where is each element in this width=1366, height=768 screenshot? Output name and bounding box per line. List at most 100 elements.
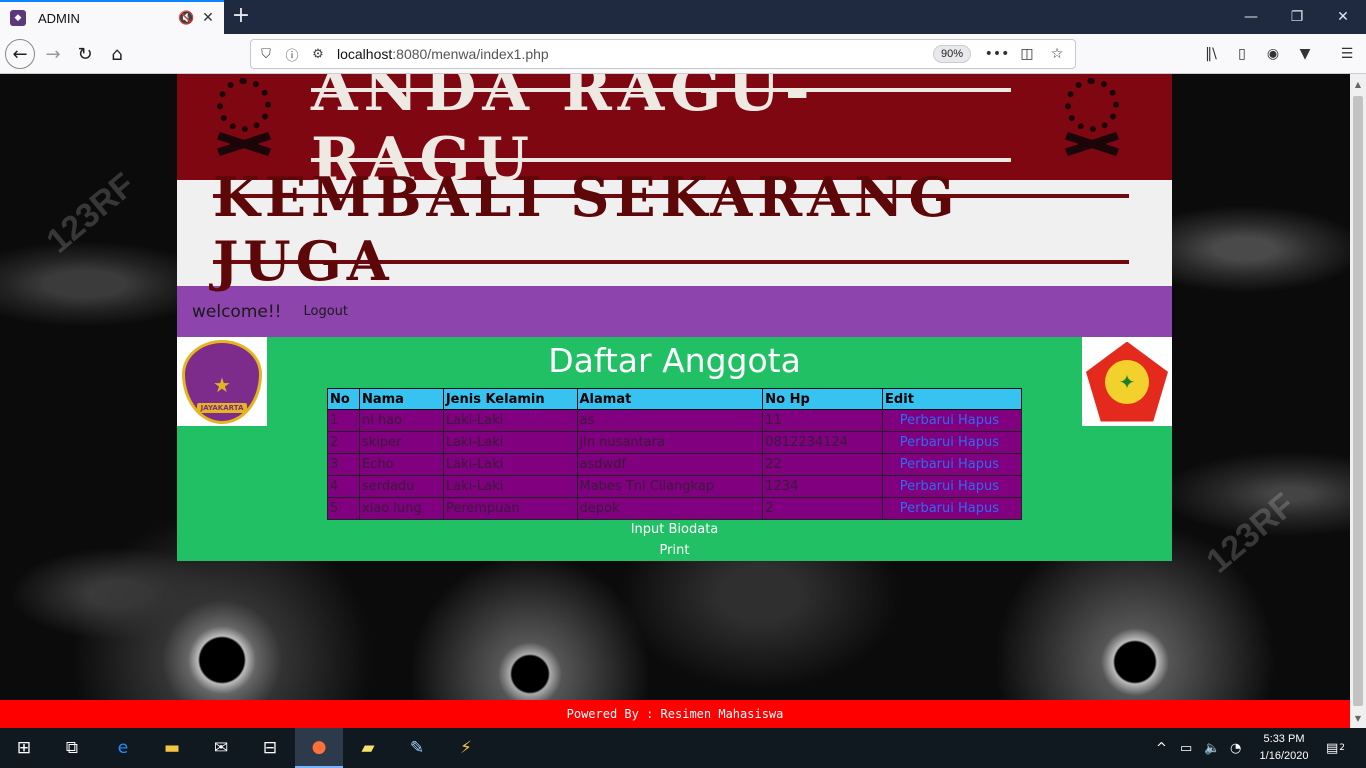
permissions-icon[interactable]: ⚙ xyxy=(307,43,329,65)
reload-icon[interactable]: ↻ xyxy=(70,39,100,69)
taskbar-clock[interactable]: 5:33 PM 1/16/2020 xyxy=(1252,731,1316,765)
browser-toolbar: ← → ↻ ⌂ ⛉ ⓘ ⚙ localhost:8080/menwa/index… xyxy=(0,34,1366,74)
cell-jenis-kelamin: Laki-Laki xyxy=(442,409,578,432)
footer-text: Powered By : Resimen Mahasiswa xyxy=(566,707,784,721)
back-arrow-icon[interactable]: ← xyxy=(5,39,35,69)
banner-top-frame: ANDA RAGU-RAGU xyxy=(311,74,1011,195)
edit-links[interactable]: Perbarui Hapus xyxy=(900,435,999,450)
scroll-up-icon[interactable]: ▲ xyxy=(1350,76,1366,92)
scrollbar-thumb[interactable] xyxy=(1353,96,1363,706)
column-header-nama: Nama xyxy=(358,388,444,410)
cell-nama: serdadu xyxy=(358,475,444,498)
table-row: 1 ni hao Laki-Laki as 11 Perbarui Hapus xyxy=(327,409,1022,432)
forward-arrow-icon[interactable]: → xyxy=(38,39,68,69)
tray-battery-icon[interactable]: ▭ xyxy=(1180,728,1192,768)
menu-hamburger-icon[interactable]: ☰ xyxy=(1334,41,1360,67)
sticky-notes-icon[interactable]: ▰ xyxy=(344,728,392,768)
cell-edit: Perbarui Hapus xyxy=(882,453,1022,476)
notification-count: 2 xyxy=(1339,743,1346,753)
page-actions-icon[interactable]: ••• xyxy=(985,42,1010,66)
header-banner-bottom: KEMBALI SEKARANG JUGA xyxy=(177,165,1172,293)
cell-jenis-kelamin: Laki-Laki xyxy=(442,453,578,476)
account-icon[interactable]: ◉ xyxy=(1260,41,1286,67)
member-list-section: ★ JAYAKARTA ✦ Daftar Anggota No Nama Jen… xyxy=(177,337,1172,561)
cell-nama: xiao lung xyxy=(358,497,444,520)
sidebar-icon[interactable]: ▯ xyxy=(1229,41,1255,67)
print-link[interactable]: Print xyxy=(177,543,1172,558)
edge-browser-icon[interactable]: e xyxy=(99,728,147,768)
page-container: ANDA RAGU-RAGU KEMBALI SEKARANG JUGA wel… xyxy=(177,74,1172,561)
top-nav: welcome!! Logout xyxy=(177,286,1172,337)
tab-mute-icon[interactable]: 🔇 xyxy=(178,11,194,26)
paint-icon[interactable]: ✎ xyxy=(393,728,441,768)
tray-volume-icon[interactable]: 🔈 xyxy=(1204,728,1220,768)
task-view-icon[interactable]: ⧉ xyxy=(48,728,96,768)
shield-tracking-icon[interactable]: ⛉ xyxy=(255,43,277,65)
edit-links[interactable]: Perbarui Hapus xyxy=(900,457,999,472)
scroll-down-icon[interactable]: ▼ xyxy=(1350,710,1366,726)
clock-date: 1/16/2020 xyxy=(1259,750,1309,762)
edit-links[interactable]: Perbarui Hapus xyxy=(900,413,999,428)
cell-no-hp: 22 xyxy=(762,453,884,476)
close-window-button[interactable]: ✕ xyxy=(1320,0,1366,34)
cell-no-hp: 2 xyxy=(762,497,884,520)
tab-title: ADMIN xyxy=(38,10,80,26)
browser-tab-strip: ◆ ADMIN 🔇 ✕ + — ❐ ✕ xyxy=(0,0,1366,34)
app-tool-icon[interactable]: ⚡ xyxy=(442,728,490,768)
cell-no: 1 xyxy=(327,409,360,432)
mail-icon[interactable]: ✉ xyxy=(197,728,245,768)
windows-taskbar: ⊞ ⧉ e ▬ ✉ ⊟ ● ▰ ✎ ⚡ ^ ▭ 🔈 ◔ 5:33 PM 1/16… xyxy=(0,728,1366,768)
library-icon[interactable]: ‖\ xyxy=(1198,41,1224,67)
start-windows-icon[interactable]: ⊞ xyxy=(0,728,48,768)
background-watermark: 123RF xyxy=(1199,485,1303,581)
minimize-button[interactable]: — xyxy=(1228,0,1274,34)
edit-links[interactable]: Perbarui Hapus xyxy=(900,501,999,516)
store-icon[interactable]: ⊟ xyxy=(246,728,294,768)
cell-no-hp: 1234 xyxy=(762,475,884,498)
pocket-icon[interactable]: ◫ xyxy=(1015,42,1039,66)
page-footer: Powered By : Resimen Mahasiswa xyxy=(0,700,1350,728)
clock-time: 5:33 PM xyxy=(1263,733,1305,745)
cell-alamat: depok xyxy=(576,497,764,520)
table-row: 5 xiao lung Perempuan depok 2 Perbarui H… xyxy=(327,497,1022,520)
table-row: 3 Echo Laki-Laki asdwdf 22 Perbarui Hapu… xyxy=(327,453,1022,476)
new-tab-button[interactable]: + xyxy=(228,4,254,30)
file-explorer-icon[interactable]: ▬ xyxy=(148,728,196,768)
logout-link[interactable]: Logout xyxy=(303,304,348,319)
cell-edit: Perbarui Hapus xyxy=(882,475,1022,498)
banner-bottom-text: KEMBALI SEKARANG JUGA xyxy=(213,165,960,293)
zoom-level-badge[interactable]: 90% xyxy=(933,45,971,63)
address-bar[interactable]: ⛉ ⓘ ⚙ localhost:8080/menwa/index1.php 90… xyxy=(250,39,1076,69)
firefox-icon[interactable]: ● xyxy=(295,728,343,768)
action-center-icon[interactable]: ▤ 2 xyxy=(1326,728,1345,768)
cell-alamat: asdwdf xyxy=(576,453,764,476)
cell-jenis-kelamin: Perempuan xyxy=(442,497,578,520)
cell-jenis-kelamin: Laki-Laki xyxy=(442,431,578,454)
extension-icon[interactable]: ▼ xyxy=(1292,41,1318,67)
bookmark-star-icon[interactable]: ☆ xyxy=(1045,42,1069,66)
home-icon[interactable]: ⌂ xyxy=(102,39,132,69)
url-host: localhost xyxy=(337,46,393,62)
cell-alamat: as xyxy=(576,409,764,432)
edit-links[interactable]: Perbarui Hapus xyxy=(900,479,999,494)
tab-close-icon[interactable]: ✕ xyxy=(200,10,216,26)
tray-show-hidden-icon[interactable]: ^ xyxy=(1156,728,1167,768)
tray-wifi-icon[interactable]: ◔ xyxy=(1230,728,1241,768)
restore-button[interactable]: ❐ xyxy=(1274,0,1320,34)
cell-jenis-kelamin: Laki-Laki xyxy=(442,475,578,498)
page-scrollbar[interactable]: ▲ ▼ xyxy=(1350,74,1366,728)
member-table: No Nama Jenis Kelamin Alamat No Hp Edit … xyxy=(327,388,1022,520)
jayakarta-ribbon: JAYAKARTA xyxy=(196,402,248,413)
column-header-no-hp: No Hp xyxy=(762,388,884,410)
cell-no-hp: 11 xyxy=(762,409,884,432)
url-text[interactable]: localhost:8080/menwa/index1.php xyxy=(337,46,933,62)
cell-no-hp: 0812234124 xyxy=(762,431,884,454)
browser-tab-active[interactable]: ◆ ADMIN 🔇 ✕ xyxy=(0,0,224,34)
table-header-row: No Nama Jenis Kelamin Alamat No Hp Edit xyxy=(327,388,1022,410)
cell-edit: Perbarui Hapus xyxy=(882,431,1022,454)
site-info-icon[interactable]: ⓘ xyxy=(281,43,303,65)
site-favicon-icon: ◆ xyxy=(10,10,26,26)
column-header-jenis-kelamin: Jenis Kelamin xyxy=(442,388,578,410)
cell-nama: ni hao xyxy=(358,409,444,432)
input-biodata-link[interactable]: Input Biodata xyxy=(177,522,1172,537)
